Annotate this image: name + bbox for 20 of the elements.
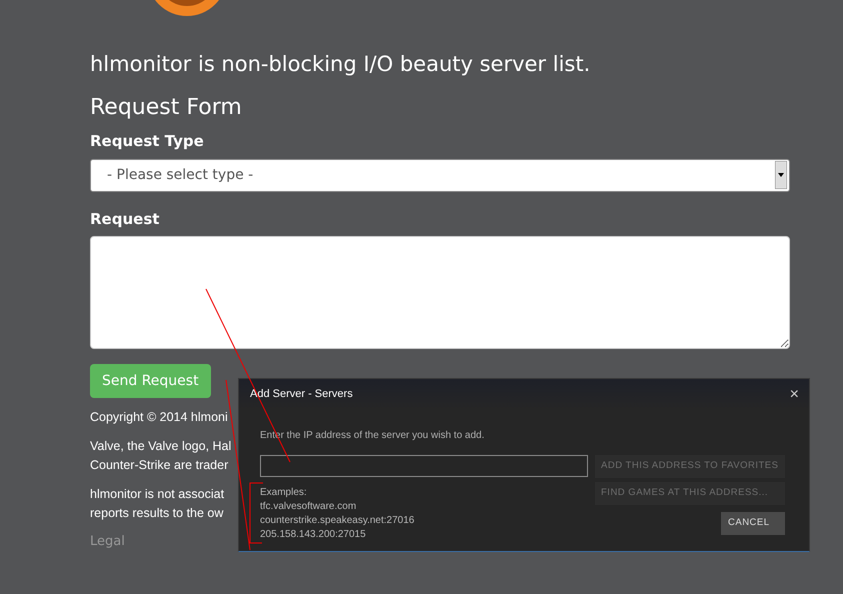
examples-label: Examples: [260,486,308,500]
footer-text: Valve, the Valve logo, Hal [90,438,232,455]
example-text: 205.158.143.200:27015 [260,528,367,542]
field-label: Request Type [90,131,205,152]
footer-text: Copyright © 2014 hlmoni [90,409,228,426]
footer-text: Counter-Strike are trader [90,457,228,474]
request-field[interactable] [90,236,790,349]
send-request-button[interactable]: Send Request [90,364,211,398]
address-field[interactable] [260,455,588,477]
footer-text: reports results to the ow [90,505,224,522]
type-select[interactable]: - Please select type - [90,158,790,192]
example-text: tfc.valvesoftware.com [260,500,358,514]
form-title: Request Form [90,94,243,122]
dropdown-arrow-icon [775,161,787,189]
close-button[interactable]: × [790,386,799,402]
cancel-button[interactable]: CANCEL [721,512,785,535]
footer-text: hlmonitor is not associat [90,486,224,503]
example-text: counterstrike.speakeasy.net:27016 [260,514,416,528]
field-label: Request [90,208,160,230]
tagline: hlmonitor is non-blocking I/O beauty server list. [90,51,592,78]
